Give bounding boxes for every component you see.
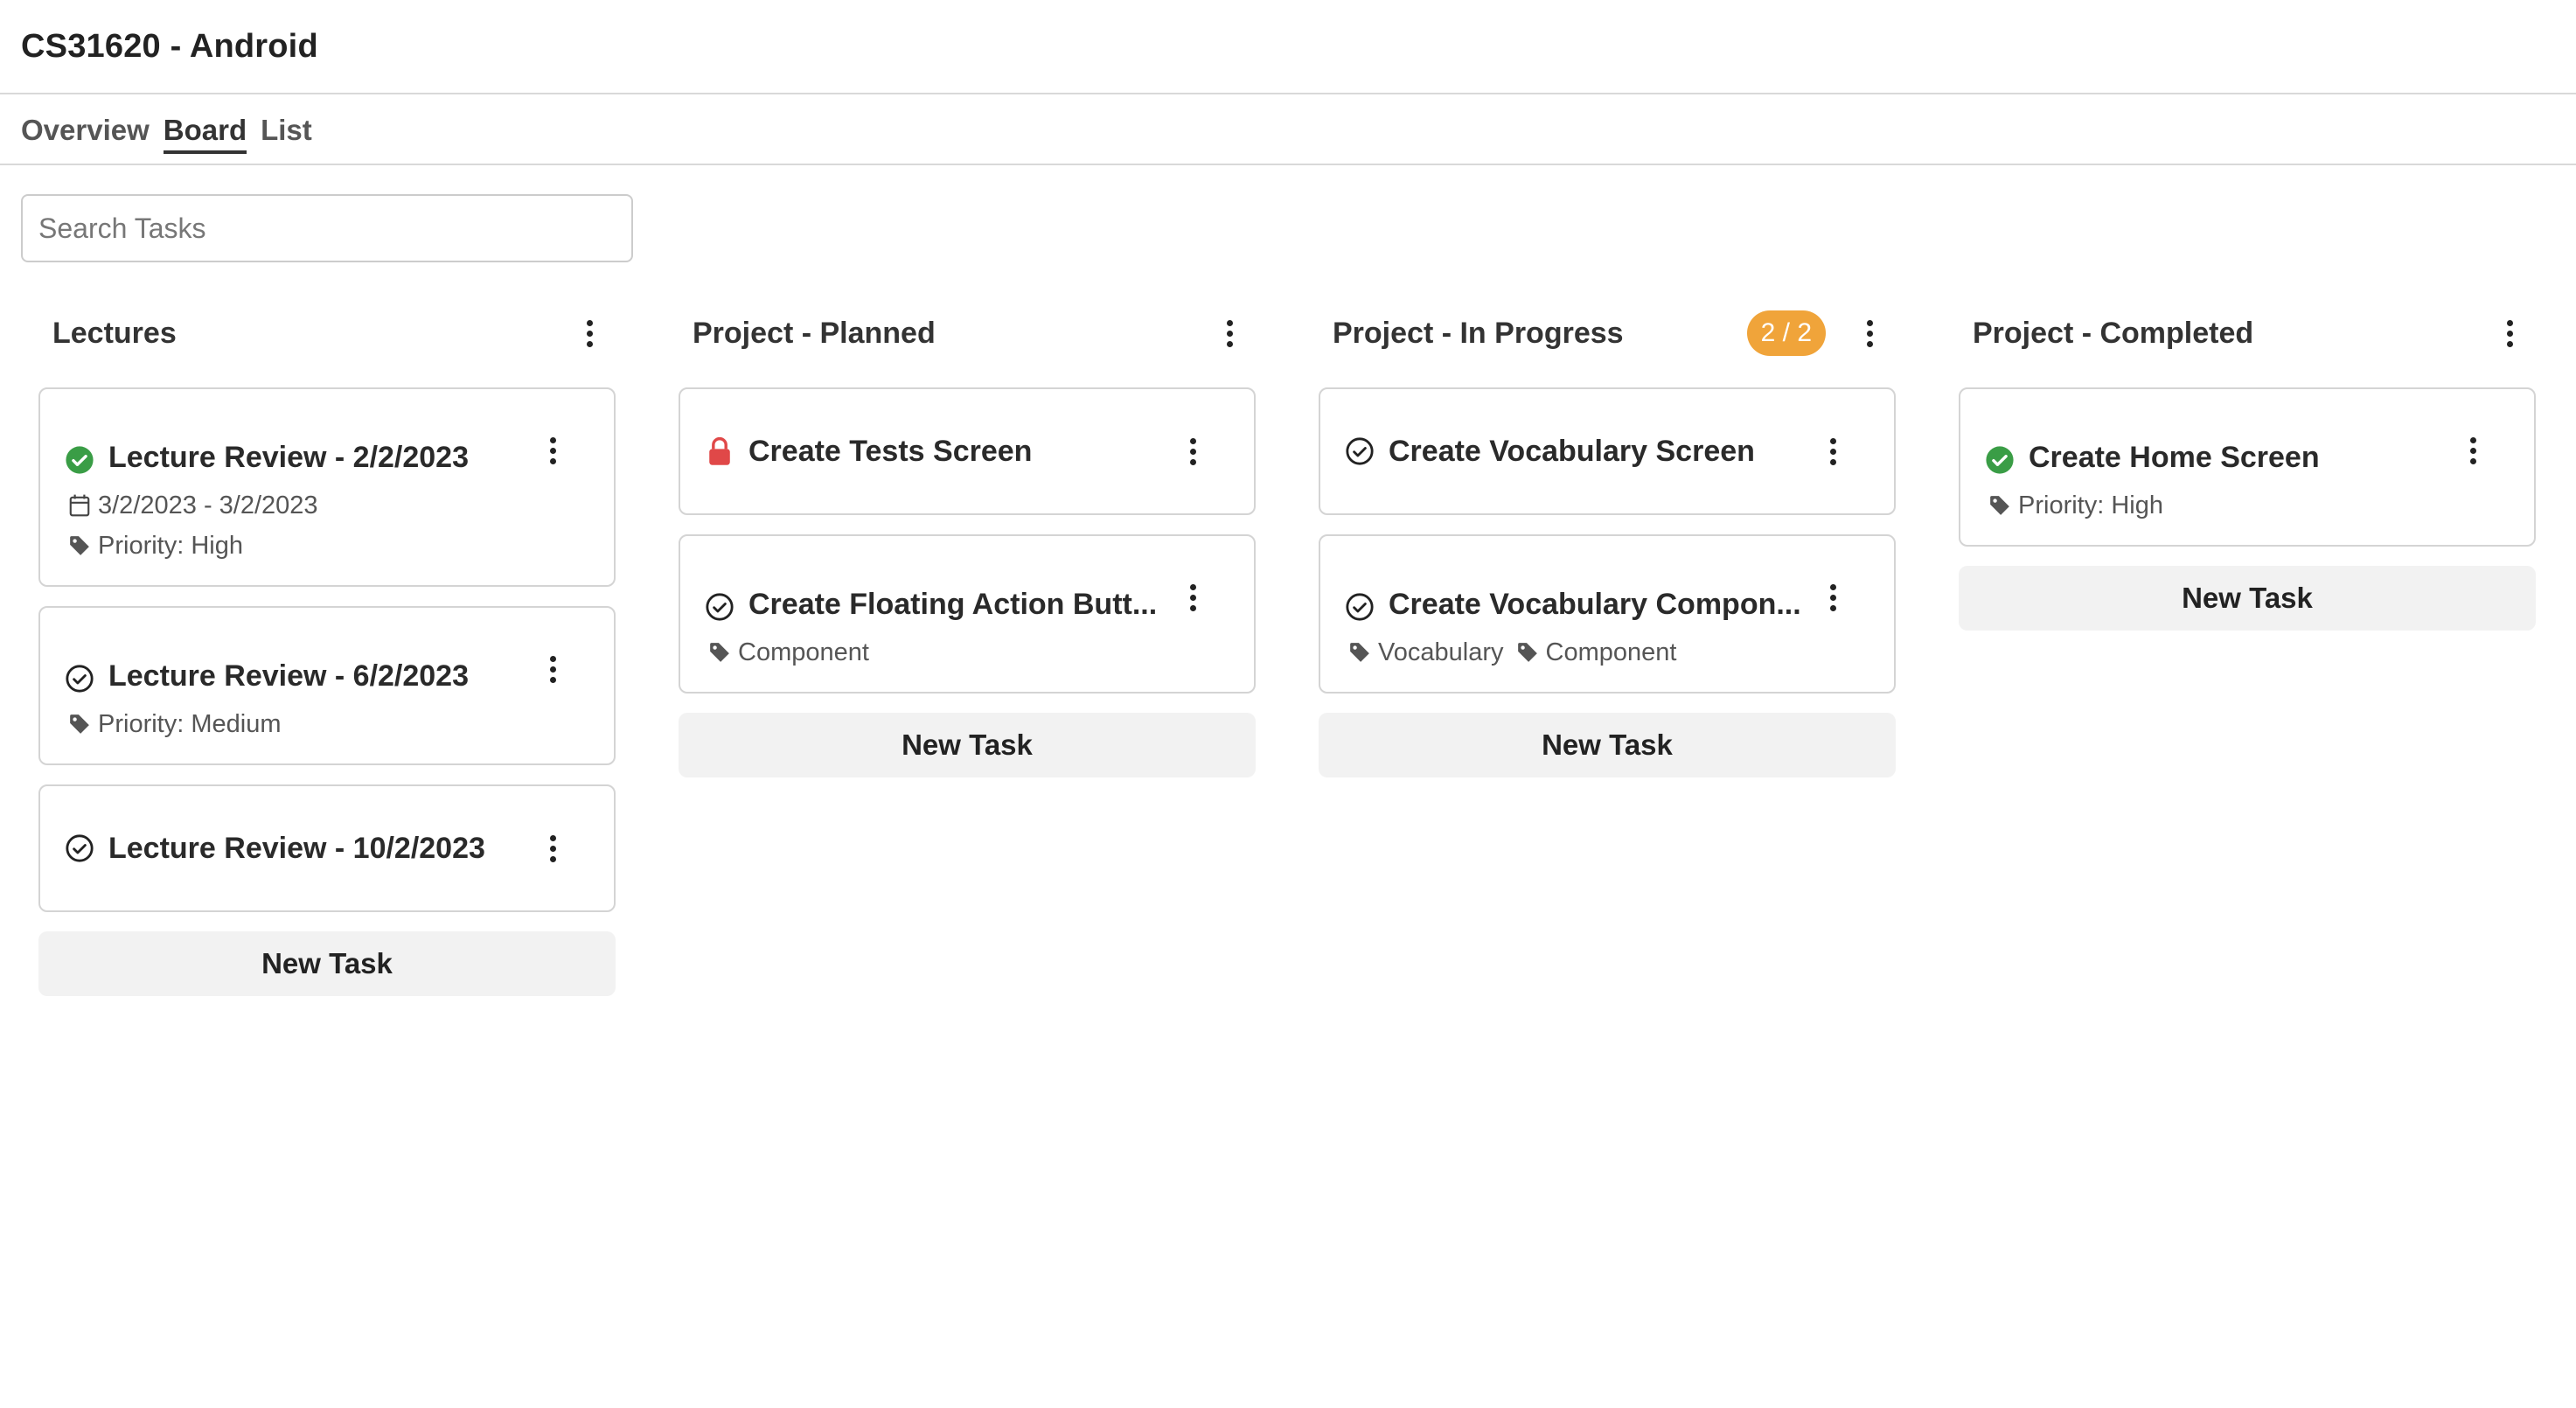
tag-label: Priority: High (98, 531, 243, 560)
task-meta: 3/2/2023 - 3/2/2023 Priority: High (65, 482, 596, 566)
task-card[interactable]: Create Vocabulary Screen (1319, 387, 1896, 515)
task-menu-button[interactable] (535, 426, 570, 475)
app-header: CS31620 - Android (0, 0, 2576, 94)
check-circle-outline-icon (65, 664, 94, 694)
task-tags: Priority: Medium (68, 704, 596, 744)
new-task-button[interactable]: New Task (1319, 713, 1896, 777)
task-title: Create Tests Screen (748, 434, 1033, 468)
task-card[interactable]: Create Home Screen Priority: High (1959, 387, 2536, 547)
column-title: Project - Completed (1973, 316, 2254, 350)
search-container (21, 194, 633, 262)
tag-icon (68, 712, 93, 736)
task-card[interactable]: Create Floating Action Butt... Component (679, 534, 1256, 694)
task-card[interactable]: Lecture Review - 2/2/2023 3/2/2023 - 3/2/… (38, 387, 616, 587)
task-menu-button[interactable] (1175, 573, 1210, 622)
tab-bar: Overview Board List (0, 94, 2576, 165)
tag-label: Priority: Medium (98, 709, 282, 738)
tab-overview[interactable]: Overview (21, 114, 150, 154)
task-card[interactable]: Create Tests Screen (679, 387, 1256, 515)
task-meta: Component (705, 629, 1236, 673)
task-tags: Component (708, 632, 1236, 673)
tag-icon (1348, 640, 1373, 665)
new-task-button[interactable]: New Task (38, 931, 616, 996)
new-task-button[interactable]: New Task (679, 713, 1256, 777)
tag-icon (68, 533, 93, 558)
task-tags: Priority: High (68, 526, 596, 566)
column-header: Project - Completed (1959, 302, 2536, 365)
wip-count-badge: 2 / 2 (1746, 310, 1826, 356)
task-menu-button[interactable] (2455, 426, 2490, 475)
task-menu-button[interactable] (535, 645, 570, 694)
task-menu-button[interactable] (535, 824, 570, 873)
check-circle-outline-icon (705, 592, 735, 622)
column-title: Lectures (52, 316, 177, 350)
column-menu-button[interactable] (2492, 309, 2527, 358)
task-meta: Vocabulary Component (1345, 629, 1876, 673)
check-circle-filled-icon (1985, 445, 2015, 475)
task-card[interactable]: Create Vocabulary Compon... Vocabulary Com… (1319, 534, 1896, 694)
tag: Priority: High (68, 532, 243, 561)
board-column: Project - Planned Create Tests Screen Crea… (679, 302, 1256, 996)
check-circle-outline-icon (65, 833, 94, 863)
task-title: Lecture Review - 2/2/2023 (108, 441, 470, 474)
column-header: Project - In Progress 2 / 2 (1319, 302, 1896, 365)
lock-icon (705, 436, 735, 466)
task-menu-button[interactable] (1815, 427, 1850, 476)
task-card[interactable]: Lecture Review - 10/2/2023 (38, 784, 616, 912)
tag-label: Component (1545, 638, 1677, 666)
new-task-button[interactable]: New Task (1959, 566, 2536, 631)
tag: Priority: Medium (68, 710, 282, 739)
tag-label: Component (738, 638, 869, 666)
tag-icon (1516, 640, 1541, 665)
kanban-board: Lectures Lecture Review - 2/2/2023 3/2/202… (38, 302, 2536, 996)
task-title: Lecture Review - 6/2/2023 (108, 659, 470, 693)
column-header: Project - Planned (679, 302, 1256, 365)
task-title: Lecture Review - 10/2/2023 (108, 831, 485, 865)
task-tags: Vocabulary Component (1348, 632, 1876, 673)
board-column: Lectures Lecture Review - 2/2/2023 3/2/202… (38, 302, 616, 996)
column-menu-button[interactable] (1852, 309, 1887, 358)
board-column: Project - Completed Create Home Screen Pri… (1959, 302, 2536, 996)
tag: Component (708, 638, 869, 667)
page-title: CS31620 - Android (21, 27, 318, 65)
check-circle-outline-icon (1345, 436, 1375, 466)
check-circle-outline-icon (1345, 592, 1375, 622)
tag: Component (1516, 638, 1677, 667)
column-menu-button[interactable] (1212, 309, 1247, 358)
tab-board[interactable]: Board (163, 114, 247, 154)
column-title: Project - Planned (693, 316, 936, 350)
tag-icon (1988, 493, 2013, 518)
column-title: Project - In Progress (1333, 316, 1624, 350)
task-title: Create Floating Action Butt... (748, 588, 1158, 621)
task-tags: Priority: High (1988, 485, 2517, 526)
check-circle-filled-icon (65, 445, 94, 475)
tag: Priority: High (1988, 491, 2163, 520)
task-title: Create Vocabulary Screen (1389, 434, 1755, 468)
search-input[interactable] (21, 194, 633, 262)
task-menu-button[interactable] (1815, 573, 1850, 622)
tag-label: Priority: High (2018, 491, 2163, 519)
column-menu-button[interactable] (572, 309, 607, 358)
task-title: Create Home Screen (2029, 441, 2320, 474)
task-menu-button[interactable] (1175, 427, 1210, 476)
tab-list[interactable]: List (261, 114, 312, 154)
task-card[interactable]: Lecture Review - 6/2/2023 Priority: Mediu… (38, 606, 616, 765)
tag-icon (708, 640, 733, 665)
task-meta: Priority: High (1985, 482, 2517, 526)
calendar-icon (68, 493, 93, 518)
date-range-text: 3/2/2023 - 3/2/2023 (98, 491, 318, 519)
board-column: Project - In Progress 2 / 2 Create Vocabul… (1319, 302, 1896, 996)
tag-label: Vocabulary (1378, 638, 1504, 666)
task-meta: Priority: Medium (65, 701, 596, 744)
task-date-range: 3/2/2023 - 3/2/2023 (68, 485, 596, 526)
column-header: Lectures (38, 302, 616, 365)
task-title: Create Vocabulary Compon... (1389, 588, 1801, 621)
tag: Vocabulary (1348, 638, 1504, 667)
